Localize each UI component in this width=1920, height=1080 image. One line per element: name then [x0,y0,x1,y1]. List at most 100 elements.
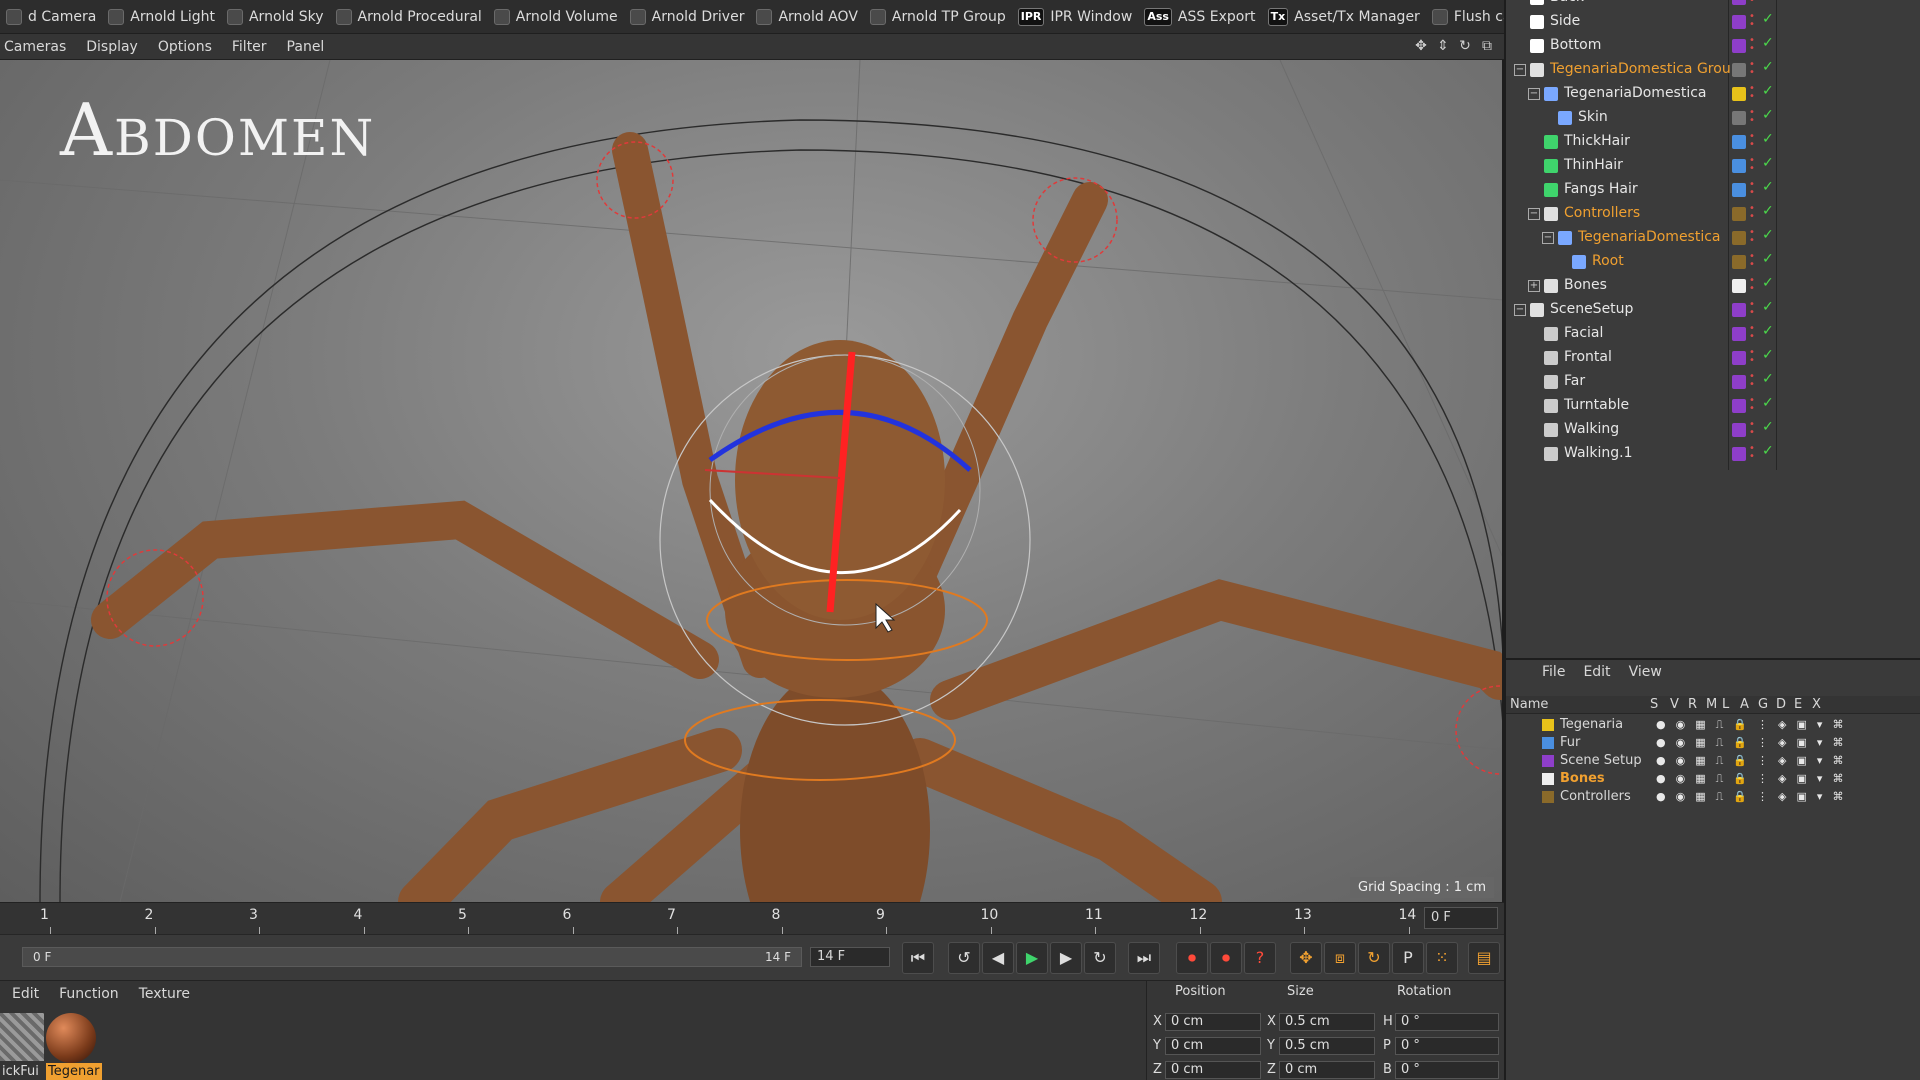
visibility-dots-icon[interactable]: • • [1749,0,1755,7]
visibility-dots-icon[interactable]: • • [1749,396,1755,415]
visibility-dots-icon[interactable]: • • [1749,228,1755,247]
layer-menu-edit[interactable]: Edit [1583,664,1610,680]
object-row[interactable]: ThickHair • • ✓ [1506,130,1920,154]
visibility-dots-icon[interactable]: • • [1749,252,1755,271]
object-row[interactable]: Walking • • ✓ [1506,418,1920,442]
viewport-menu-filter[interactable]: Filter [232,39,267,55]
layer-toggle-icons[interactable]: ● ◉ ▦ ⎍ 🔒 ⋮ ◈ ▣ ▾ ⌘ [1656,718,1843,732]
layer-row[interactable]: Fur ● ◉ ▦ ⎍ 🔒 ⋮ ◈ ▣ ▾ ⌘ [1506,734,1920,752]
layer-toggle-icons[interactable]: ● ◉ ▦ ⎍ 🔒 ⋮ ◈ ▣ ▾ ⌘ [1656,754,1843,768]
enabled-check-icon[interactable]: ✓ [1762,419,1774,435]
visibility-dots-icon[interactable]: • • [1749,132,1755,151]
expand-toggle-icon[interactable]: − [1528,88,1540,100]
viewport-menu-panel[interactable]: Panel [287,39,325,55]
visibility-dots-icon[interactable]: • • [1749,444,1755,463]
expand-toggle-icon[interactable]: − [1514,64,1526,76]
size-z-field[interactable]: 0 cm [1279,1061,1375,1079]
prev-frame-button[interactable]: ◀ [982,942,1014,974]
toolbar-item-11[interactable]: Flush caches [1426,0,1504,33]
rotation-p-field[interactable]: 0 ° [1395,1037,1499,1055]
object-row[interactable]: − TegenariaDomestica Group • • ✓ [1506,58,1920,82]
object-row[interactable]: Bottom • • ✓ [1506,34,1920,58]
toolbar-item-4[interactable]: Arnold Volume [488,0,624,33]
visibility-dots-icon[interactable]: • • [1749,36,1755,55]
layer-menu-file[interactable]: File [1542,664,1565,680]
keyframe-selection-button[interactable]: ? [1244,942,1276,974]
object-row[interactable]: Facial • • ✓ [1506,322,1920,346]
layer-row[interactable]: Scene Setup ● ◉ ▦ ⎍ 🔒 ⋮ ◈ ▣ ▾ ⌘ [1506,752,1920,770]
layer-row[interactable]: Controllers ● ◉ ▦ ⎍ 🔒 ⋮ ◈ ▣ ▾ ⌘ [1506,788,1920,806]
enabled-check-icon[interactable]: ✓ [1762,275,1774,291]
rotation-b-field[interactable]: 0 ° [1395,1061,1499,1079]
record-pla-button[interactable]: ⁙ [1426,942,1458,974]
size-x-field[interactable]: 0.5 cm [1279,1013,1375,1031]
visibility-dots-icon[interactable]: • • [1749,276,1755,295]
visibility-dots-icon[interactable]: • • [1749,324,1755,343]
maximize-view-icon[interactable]: ⧉ [1478,37,1496,55]
toolbar-item-3[interactable]: Arnold Procedural [330,0,488,33]
enabled-check-icon[interactable]: ✓ [1762,59,1774,75]
play-button[interactable]: ▶ [1016,942,1048,974]
rotate-view-icon[interactable]: ↻ [1456,37,1474,55]
object-row[interactable]: Skin • • ✓ [1506,106,1920,130]
object-row[interactable]: − TegenariaDomestica • • ✓ [1506,82,1920,106]
expand-toggle-icon[interactable]: + [1528,280,1540,292]
size-y-field[interactable]: 0.5 cm [1279,1037,1375,1055]
enabled-check-icon[interactable]: ✓ [1762,83,1774,99]
toolbar-item-0[interactable]: d Camera [0,0,102,33]
viewport-menu-cameras[interactable]: Cameras [4,39,66,55]
enabled-check-icon[interactable]: ✓ [1762,371,1774,387]
goto-end-button[interactable]: ⏭ [1128,942,1160,974]
enabled-check-icon[interactable]: ✓ [1762,251,1774,267]
material-menu-edit[interactable]: Edit [12,986,39,1002]
enabled-check-icon[interactable]: ✓ [1762,227,1774,243]
object-row[interactable]: Root • • ✓ [1506,250,1920,274]
layer-row[interactable]: Bones ● ◉ ▦ ⎍ 🔒 ⋮ ◈ ▣ ▾ ⌘ [1506,770,1920,788]
object-row[interactable]: − Controllers • • ✓ [1506,202,1920,226]
visibility-dots-icon[interactable]: • • [1749,300,1755,319]
visibility-dots-icon[interactable]: • • [1749,420,1755,439]
object-row[interactable]: ThinHair • • ✓ [1506,154,1920,178]
enabled-check-icon[interactable]: ✓ [1762,35,1774,51]
viewport-menu-display[interactable]: Display [86,39,138,55]
object-row[interactable]: Walking.1 • • ✓ [1506,442,1920,466]
layer-toggle-icons[interactable]: ● ◉ ▦ ⎍ 🔒 ⋮ ◈ ▣ ▾ ⌘ [1656,790,1843,804]
record-button[interactable]: ⏺ [1176,942,1208,974]
next-frame-button[interactable]: ▶ [1050,942,1082,974]
viewport-scene[interactable] [0,60,1504,902]
enabled-check-icon[interactable]: ✓ [1762,131,1774,147]
material-thumb-fur[interactable] [0,1013,44,1061]
record-parameter-button[interactable]: P [1392,942,1424,974]
record-position-button[interactable]: ✥ [1290,942,1322,974]
toolbar-item-10[interactable]: Tx Asset/Tx Manager [1262,0,1426,33]
viewport-menu-options[interactable]: Options [158,39,212,55]
visibility-dots-icon[interactable]: • • [1749,204,1755,223]
material-menu-texture[interactable]: Texture [139,986,190,1002]
toolbar-item-8[interactable]: IPR IPR Window [1012,0,1139,33]
enabled-check-icon[interactable]: ✓ [1762,347,1774,363]
enabled-check-icon[interactable]: ✓ [1762,203,1774,219]
enabled-check-icon[interactable]: ✓ [1762,395,1774,411]
dolly-view-icon[interactable]: ⇕ [1434,37,1452,55]
layer-color-swatch[interactable] [1542,719,1554,731]
enabled-check-icon[interactable]: ✓ [1762,0,1774,3]
layer-menu-view[interactable]: View [1629,664,1662,680]
visibility-dots-icon[interactable]: • • [1749,60,1755,79]
layer-toggle-icons[interactable]: ● ◉ ▦ ⎍ 🔒 ⋮ ◈ ▣ ▾ ⌘ [1656,772,1843,786]
toolbar-item-1[interactable]: Arnold Light [102,0,221,33]
move-view-icon[interactable]: ✥ [1412,37,1430,55]
prev-key-button[interactable]: ↺ [948,942,980,974]
layer-color-swatch[interactable] [1542,737,1554,749]
material-thumb-tegenaria[interactable] [46,1013,96,1063]
expand-toggle-icon[interactable]: − [1528,208,1540,220]
toolbar-item-2[interactable]: Arnold Sky [221,0,330,33]
toolbar-item-7[interactable]: Arnold TP Group [864,0,1012,33]
enabled-check-icon[interactable]: ✓ [1762,299,1774,315]
visibility-dots-icon[interactable]: • • [1749,156,1755,175]
record-scale-button[interactable]: ⧈ [1324,942,1356,974]
toolbar-item-9[interactable]: Ass ASS Export [1138,0,1261,33]
enabled-check-icon[interactable]: ✓ [1762,323,1774,339]
layer-color-swatch[interactable] [1542,755,1554,767]
visibility-dots-icon[interactable]: • • [1749,180,1755,199]
object-row[interactable]: Fangs Hair • • ✓ [1506,178,1920,202]
